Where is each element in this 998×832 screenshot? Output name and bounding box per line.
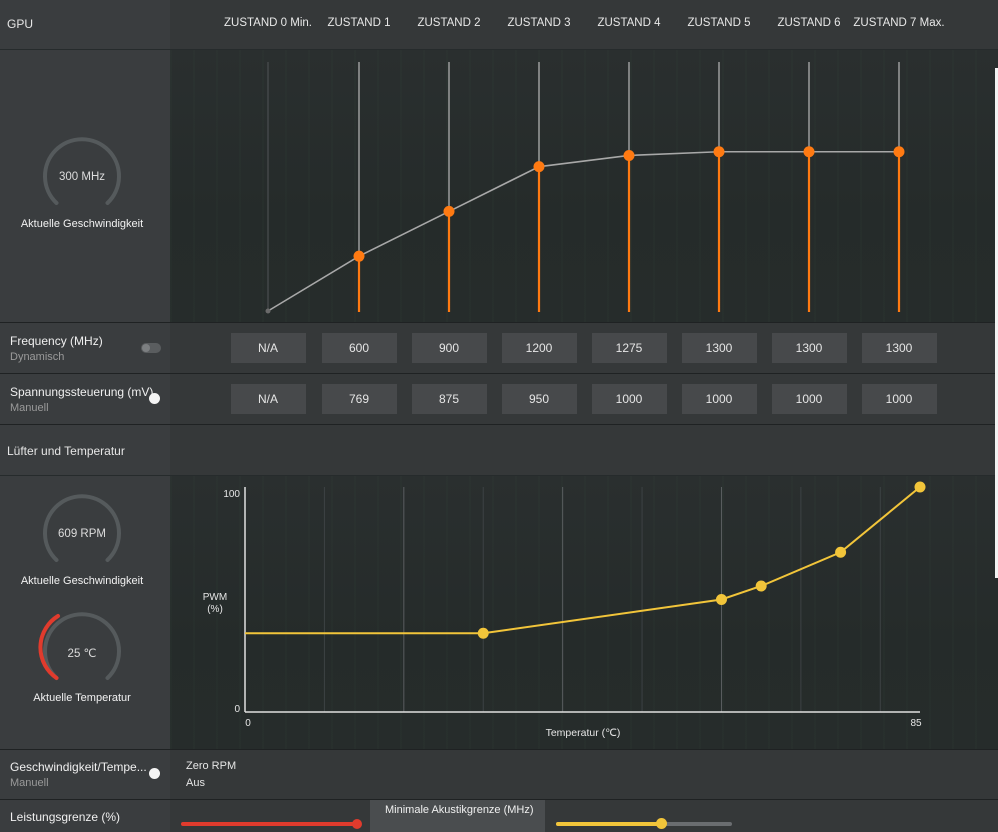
fan-point-5[interactable] bbox=[914, 481, 926, 493]
speed-temp-title: Geschwindigkeit/Tempe... bbox=[10, 760, 147, 774]
fan-y-label: PWM (%) bbox=[203, 592, 227, 615]
power-slider-track[interactable] bbox=[181, 822, 357, 826]
fan-point-3[interactable] bbox=[755, 580, 767, 592]
fan-curve-chart[interactable]: 100 00 85 PWM (%) Temperatur (℃) bbox=[0, 0, 998, 749]
fan-y-tick-min: 0 bbox=[234, 704, 240, 715]
fan-curve bbox=[245, 486, 921, 635]
fan-y-tick-max: 100 bbox=[223, 489, 240, 500]
fan-x-label: Temperatur (℃) bbox=[546, 727, 621, 739]
acoustic-slider-handle[interactable] bbox=[656, 818, 667, 829]
power-slider-handle[interactable] bbox=[352, 819, 362, 829]
fan-point-2[interactable] bbox=[715, 594, 727, 605]
speed-temp-toggle[interactable] bbox=[149, 768, 160, 779]
fan-point-4[interactable] bbox=[835, 546, 847, 558]
zero-rpm-value[interactable]: Aus bbox=[186, 777, 205, 789]
acoustic-slider-fill bbox=[556, 822, 662, 826]
speed-temp-band bbox=[170, 750, 998, 799]
fan-x-tick-min: 0 bbox=[245, 718, 251, 729]
speed-temp-mode: Manuell bbox=[10, 777, 49, 789]
power-band bbox=[170, 800, 998, 832]
fan-x-tick-max: 85 bbox=[910, 718, 922, 729]
speed-temp-label-cell bbox=[0, 750, 170, 799]
acoustic-title: Minimale Akustikgrenze (MHz) bbox=[385, 804, 534, 816]
fan-point-1[interactable] bbox=[477, 627, 489, 639]
power-title: Leistungsgrenze (%) bbox=[10, 810, 121, 824]
zero-rpm-title: Zero RPM bbox=[186, 760, 237, 772]
